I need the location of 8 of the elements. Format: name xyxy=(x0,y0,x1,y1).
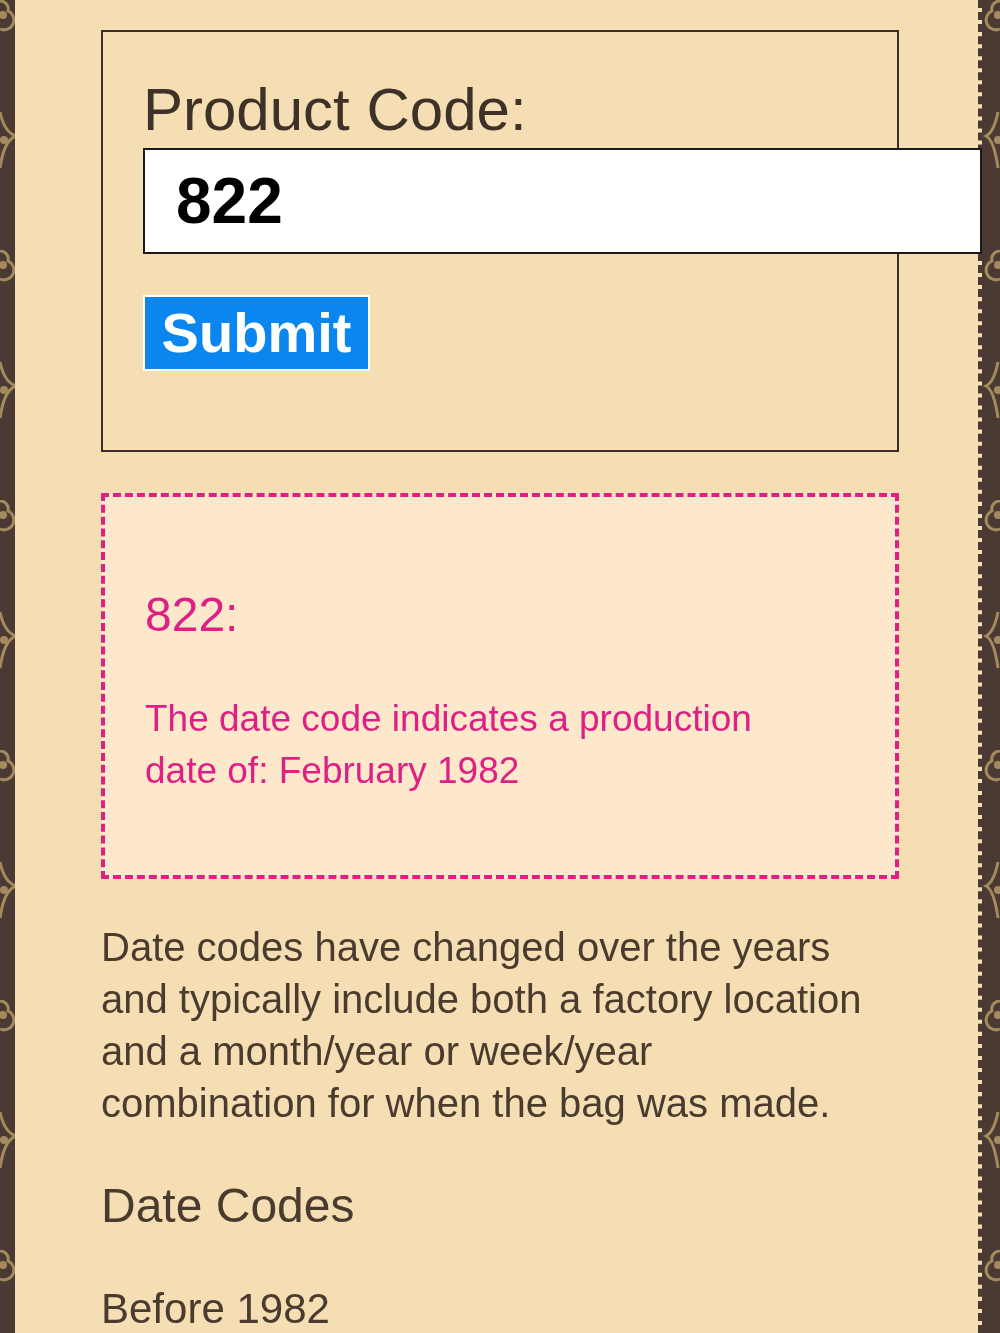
product-code-label: Product Code: xyxy=(143,80,527,140)
product-code-input[interactable]: 822 xyxy=(143,148,982,254)
intro-paragraph: Date codes have changed over the years and typically include both a factory location and a month/year or week/year combination for when the bag was made. xyxy=(101,924,863,1127)
result-code: 822: xyxy=(145,591,239,639)
date-codes-heading: Date Codes xyxy=(101,1178,355,1234)
submit-button[interactable]: Submit xyxy=(143,295,370,371)
section-subheading: Before 1982 xyxy=(101,1287,330,1330)
result-message: The date code indicates a production date of: February 1982 xyxy=(145,697,753,793)
